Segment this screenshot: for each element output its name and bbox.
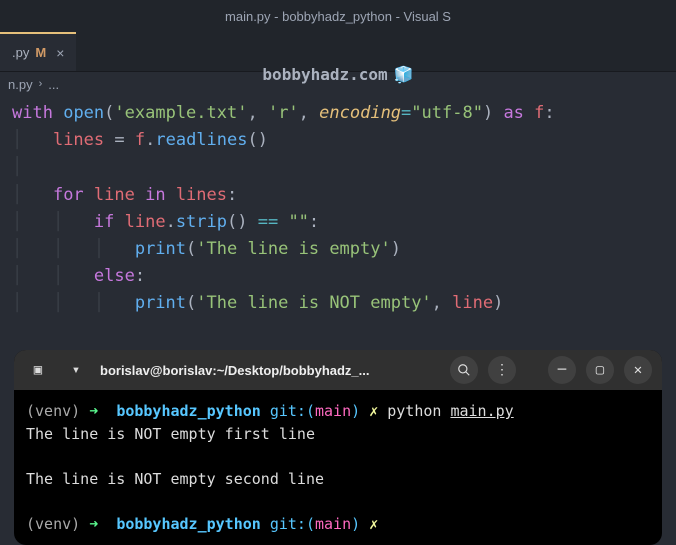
tab-close-icon[interactable]: × <box>56 45 64 61</box>
code-line: │ lines = f.readlines() <box>12 127 664 154</box>
window-title-bar: main.py - bobbyhadz_python - Visual S <box>0 0 676 32</box>
new-tab-icon[interactable]: ▣ <box>24 356 52 384</box>
breadcrumb-more: ... <box>48 77 59 92</box>
code-line: │ <box>12 154 664 181</box>
code-line: │ for line in lines: <box>12 182 664 209</box>
tab-modified-indicator: M <box>35 45 46 60</box>
close-icon[interactable]: ✕ <box>624 356 652 384</box>
tab-filename: .py <box>12 45 29 60</box>
terminal-line: (venv) ➜ bobbyhadz_python git:(main) ✗ <box>26 513 650 536</box>
terminal-output <box>26 490 650 513</box>
maximize-icon[interactable]: ▢ <box>586 356 614 384</box>
terminal-output: The line is NOT empty second line <box>26 468 650 491</box>
chevron-right-icon: › <box>39 78 43 90</box>
code-line: │ │ │ print('The line is empty') <box>12 236 664 263</box>
search-icon[interactable] <box>450 356 478 384</box>
watermark: bobbyhadz.com 🧊 <box>262 65 413 84</box>
terminal-output <box>26 445 650 468</box>
watermark-text: bobbyhadz.com <box>262 65 387 84</box>
minimize-icon[interactable]: ─ <box>548 356 576 384</box>
code-line: │ │ else: <box>12 263 664 290</box>
terminal-header: ▣ ▾ borislav@borislav:~/Desktop/bobbyhad… <box>14 350 662 390</box>
terminal-output: The line is NOT empty first line <box>26 423 650 446</box>
terminal-line: (venv) ➜ bobbyhadz_python git:(main) ✗ p… <box>26 400 650 423</box>
terminal-title: borislav@borislav:~/Desktop/bobbyhadz_..… <box>100 363 440 378</box>
tab-main-py[interactable]: .py M × <box>0 32 76 71</box>
breadcrumb-file: n.py <box>8 77 33 92</box>
code-line: with open('example.txt', 'r', encoding="… <box>12 100 664 127</box>
terminal-window: ▣ ▾ borislav@borislav:~/Desktop/bobbyhad… <box>14 350 662 545</box>
window-title: main.py - bobbyhadz_python - Visual S <box>225 9 451 24</box>
menu-icon[interactable]: ⋮ <box>488 356 516 384</box>
dropdown-icon[interactable]: ▾ <box>62 356 90 384</box>
terminal-body[interactable]: (venv) ➜ bobbyhadz_python git:(main) ✗ p… <box>14 390 662 545</box>
code-line: │ │ if line.strip() == "": <box>12 209 664 236</box>
code-line: │ │ │ print('The line is NOT empty', lin… <box>12 290 664 317</box>
code-editor[interactable]: with open('example.txt', 'r', encoding="… <box>0 96 676 322</box>
cube-icon: 🧊 <box>394 65 414 84</box>
